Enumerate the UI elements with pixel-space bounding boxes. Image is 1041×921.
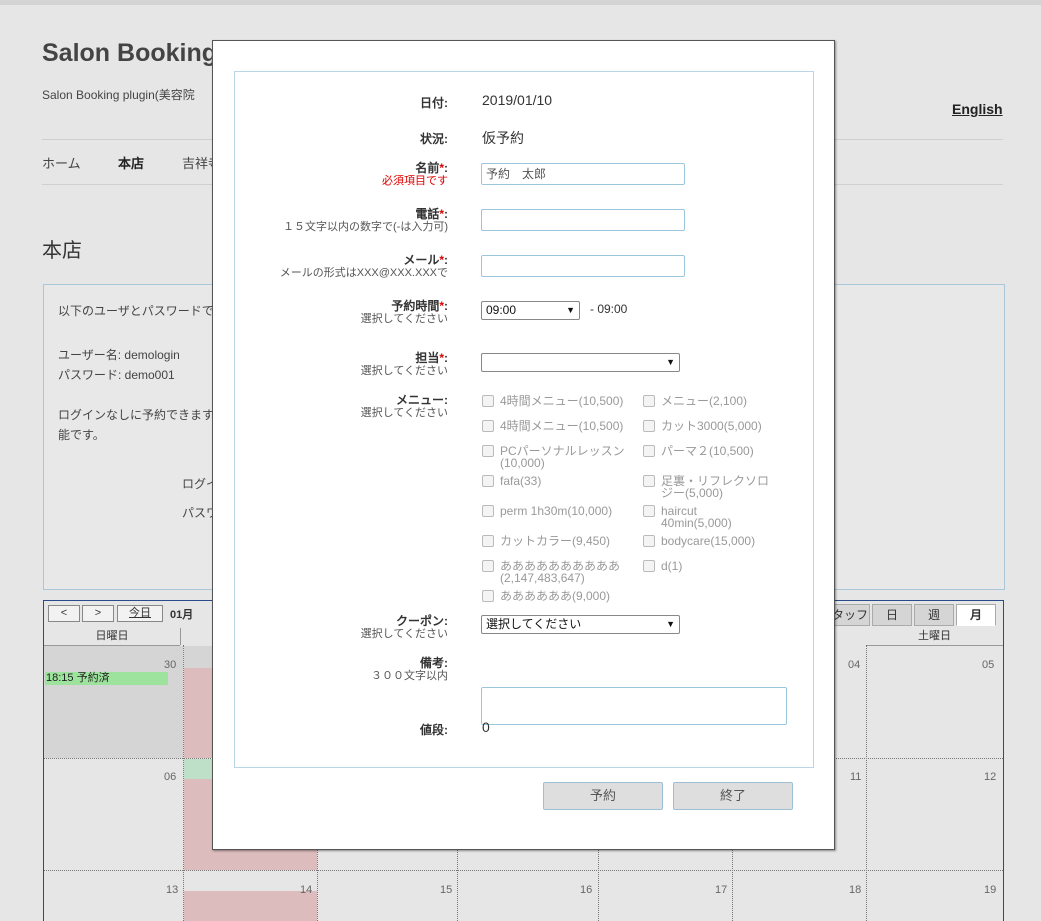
calendar-grid-line (866, 645, 867, 921)
status-label: 状況: (420, 132, 448, 146)
checkbox-icon[interactable] (643, 395, 655, 407)
checkbox-icon[interactable] (482, 560, 494, 572)
status-value: 仮予約 (482, 130, 524, 146)
calendar-tab-staff[interactable]: タッフ (830, 604, 870, 626)
date-label: 日付: (420, 96, 448, 110)
calendar-day-number: 15 (440, 884, 453, 896)
calendar-day-number: 14 (300, 884, 313, 896)
calendar-day-number: 17 (715, 884, 728, 896)
calendar-prev-button[interactable]: < (48, 605, 80, 622)
checkbox-icon[interactable] (482, 475, 494, 487)
name-required-error: 必須項目です (382, 175, 448, 187)
calendar-day-number: 06 (164, 771, 177, 783)
name-input[interactable]: 予約 太郎 (481, 163, 685, 185)
checkbox-icon[interactable] (482, 590, 494, 602)
checkbox-icon[interactable] (482, 395, 494, 407)
phone-input[interactable] (481, 209, 685, 231)
calendar-header-sunday: 日曜日 (44, 628, 180, 646)
calendar-grid-line (44, 870, 1003, 871)
checkbox-icon[interactable] (643, 420, 655, 432)
calendar-event[interactable]: 18:15 予約済 (45, 672, 168, 685)
calendar-day-number: 19 (984, 884, 997, 896)
notice-line-1: 以下のユーザとパスワードで (58, 304, 214, 318)
chevron-down-icon: ▼ (666, 357, 675, 367)
time-hint: 選択してください (360, 313, 448, 325)
time-end-value: - 09:00 (590, 302, 628, 316)
notice-username: ユーザー名: demologin (58, 348, 180, 362)
calendar-cell-past (44, 646, 183, 758)
note-textarea[interactable] (481, 687, 787, 725)
checkbox-icon[interactable] (643, 535, 655, 547)
chevron-down-icon: ▼ (666, 619, 675, 629)
calendar-tab-day[interactable]: 日 (872, 604, 912, 626)
chevron-down-icon: ▼ (566, 305, 575, 315)
checkbox-icon[interactable] (482, 445, 494, 457)
mail-hint: メールの形式はXXX@XXX.XXXで (279, 267, 448, 279)
calendar-grid-line (183, 645, 184, 921)
checkbox-icon[interactable] (643, 445, 655, 457)
calendar-cell-holiday[interactable] (184, 891, 317, 921)
notice-line-5: 能です。 (58, 428, 105, 442)
checkbox-icon[interactable] (482, 420, 494, 432)
phone-hint: １５文字以内の数字で(-は入力可) (283, 221, 448, 233)
calendar-day-number: 04 (848, 659, 861, 671)
time-select[interactable]: 09:00 ▼ (481, 301, 580, 320)
staff-select[interactable]: ▼ (481, 353, 680, 372)
coupon-hint: 選択してください (360, 628, 448, 640)
calendar-header-divider (180, 628, 181, 645)
date-value: 2019/01/10 (482, 92, 553, 108)
mail-input[interactable] (481, 255, 685, 277)
calendar-day-number: 30 (164, 659, 177, 671)
calendar-day-number: 13 (166, 884, 179, 896)
coupon-select[interactable]: 選択してください ▼ (481, 615, 680, 634)
staff-hint: 選択してください (360, 365, 448, 377)
close-button[interactable]: 終了 (673, 782, 793, 810)
menu-hint: 選択してください (360, 407, 448, 419)
calendar-day-number: 16 (580, 884, 593, 896)
calendar-month-label: 01月 (170, 609, 194, 621)
calendar-header-saturday: 土曜日 (866, 628, 1003, 646)
calendar-day-number: 12 (984, 771, 997, 783)
site-description: Salon Booking plugin(美容院 (42, 88, 195, 102)
checkbox-icon[interactable] (643, 560, 655, 572)
checkbox-icon[interactable] (482, 505, 494, 517)
price-value: 0 (482, 719, 490, 735)
checkbox-icon[interactable] (482, 535, 494, 547)
calendar-day-number: 18 (849, 884, 862, 896)
checkbox-icon[interactable] (643, 505, 655, 517)
nav-item-main-store[interactable]: 本店 (118, 153, 144, 172)
note-hint: ３００文字以内 (371, 670, 448, 682)
calendar-next-button[interactable]: > (82, 605, 114, 622)
notice-line-4: ログインなしに予約できます (58, 408, 215, 422)
nav-item-home[interactable]: ホーム (42, 153, 81, 172)
calendar-day-number: 05 (982, 659, 995, 671)
calendar-today-button[interactable]: 今日 (117, 605, 163, 622)
checkbox-icon[interactable] (643, 475, 655, 487)
price-label: 値段: (420, 723, 448, 737)
store-title: 本店 (42, 240, 82, 262)
language-link-english[interactable]: English (952, 101, 1003, 117)
calendar-tab-week[interactable]: 週 (914, 604, 954, 626)
site-title[interactable]: Salon Booking (42, 39, 217, 68)
calendar-tab-month[interactable]: 月 (956, 604, 996, 626)
notice-password: パスワード: demo001 (58, 368, 175, 382)
booking-dialog: 日付: 2019/01/10 状況: 仮予約 名前*: 必須項目です 予約 太郎… (212, 40, 835, 850)
reserve-button[interactable]: 予約 (543, 782, 663, 810)
booking-form: 日付: 2019/01/10 状況: 仮予約 名前*: 必須項目です 予約 太郎… (234, 71, 814, 768)
calendar-day-number: 11 (850, 771, 862, 783)
